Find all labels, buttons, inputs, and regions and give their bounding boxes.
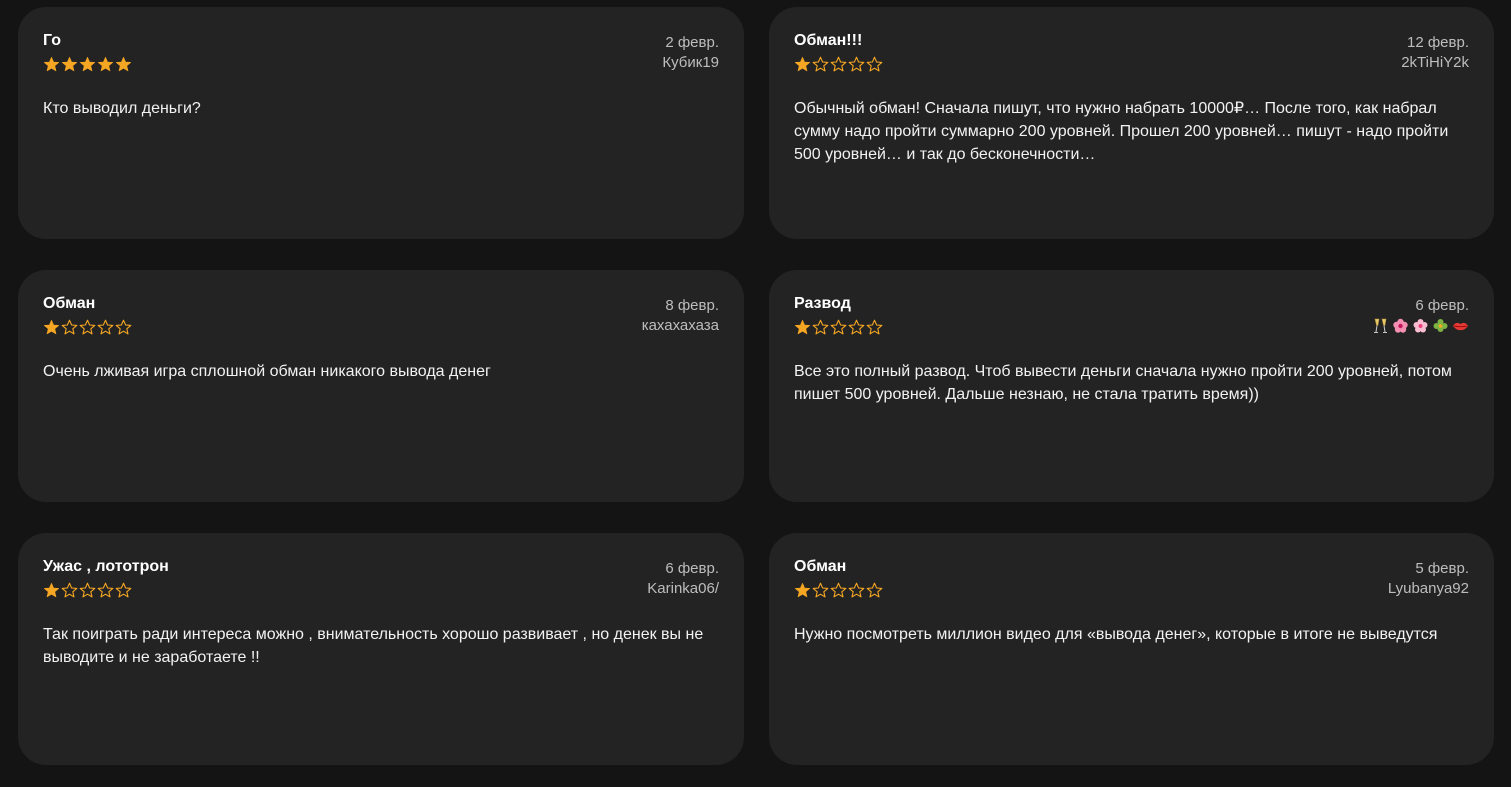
star-filled-icon	[97, 56, 114, 73]
review-title: Го	[43, 32, 62, 49]
star-filled-icon	[61, 56, 78, 73]
review-date: 2 февр.	[665, 34, 719, 51]
review-card[interactable]: Обман!!! 12 февр. 2kTiHiY2k Обычный обма…	[769, 7, 1494, 239]
star-empty-icon	[115, 582, 132, 599]
star-empty-icon	[61, 319, 78, 336]
star-empty-icon	[812, 582, 829, 599]
star-filled-icon	[794, 582, 811, 599]
flower-icon	[1392, 318, 1409, 334]
review-text: Все это полный развод. Чтоб вывести день…	[794, 363, 1452, 403]
reviews-grid: Го 2 февр. Кубик19 Кто выводил деньги? О…	[18, 7, 1494, 765]
review-author: Karinka06/	[647, 580, 719, 597]
review-author: кахахахаза	[641, 317, 719, 334]
review-author: Кубик19	[662, 54, 719, 71]
review-author: 2kTiHiY2k	[1401, 54, 1469, 71]
star-empty-icon	[812, 319, 829, 336]
star-empty-icon	[830, 319, 847, 336]
star-filled-icon	[79, 56, 96, 73]
star-empty-icon	[830, 56, 847, 73]
star-empty-icon	[848, 319, 865, 336]
rating-stars	[794, 581, 883, 599]
star-empty-icon	[97, 582, 114, 599]
review-title: Развод	[794, 295, 851, 312]
review-card[interactable]: Развод 6 февр. Все это полный развод. Чт…	[769, 270, 1494, 502]
star-filled-icon	[43, 319, 60, 336]
review-title: Обман	[43, 295, 96, 312]
review-author-emoji	[1372, 318, 1469, 334]
review-date: 6 февр.	[665, 560, 719, 577]
review-text: Кто выводил деньги?	[43, 100, 201, 117]
review-text: Нужно посмотреть миллион видео для «выво…	[794, 626, 1438, 643]
star-filled-icon	[794, 319, 811, 336]
flower-icon	[1412, 318, 1429, 334]
review-title: Обман	[794, 558, 847, 575]
star-empty-icon	[115, 319, 132, 336]
review-text: Обычный обман! Сначала пишут, что нужно …	[794, 100, 1449, 163]
star-empty-icon	[812, 56, 829, 73]
star-filled-icon	[43, 582, 60, 599]
star-empty-icon	[848, 56, 865, 73]
star-filled-icon	[115, 56, 132, 73]
review-date: 12 февр.	[1406, 34, 1469, 51]
star-empty-icon	[61, 582, 78, 599]
star-empty-icon	[866, 582, 883, 599]
clover-icon	[1432, 318, 1449, 334]
review-title: Обман!!!	[794, 32, 863, 49]
star-empty-icon	[79, 319, 96, 336]
rating-stars	[794, 318, 883, 336]
review-card[interactable]: Го 2 февр. Кубик19 Кто выводил деньги?	[18, 7, 744, 239]
star-empty-icon	[97, 319, 114, 336]
review-text: Так поиграть ради интереса можно , внима…	[43, 626, 704, 666]
rating-stars	[794, 55, 883, 73]
lips-icon	[1452, 318, 1469, 334]
star-empty-icon	[830, 582, 847, 599]
review-text: Очень лживая игра сплошной обман никаког…	[43, 363, 491, 380]
star-filled-icon	[43, 56, 60, 73]
star-empty-icon	[848, 582, 865, 599]
review-card[interactable]: Обман 8 февр. кахахахаза Очень лживая иг…	[18, 270, 744, 502]
champagne-glasses-icon	[1372, 318, 1389, 334]
review-title: Ужас , лототрон	[43, 558, 169, 575]
rating-stars	[43, 55, 132, 73]
star-filled-icon	[794, 56, 811, 73]
review-card[interactable]: Обман 5 февр. Lyubanya92 Нужно посмотрет…	[769, 533, 1494, 765]
star-empty-icon	[866, 56, 883, 73]
review-date: 8 февр.	[665, 297, 719, 314]
review-author: Lyubanya92	[1387, 580, 1469, 597]
star-empty-icon	[79, 582, 96, 599]
star-empty-icon	[866, 319, 883, 336]
rating-stars	[43, 318, 132, 336]
review-date: 5 февр.	[1415, 560, 1469, 577]
review-card[interactable]: Ужас , лототрон 6 февр. Karinka06/ Так п…	[18, 533, 744, 765]
review-date: 6 февр.	[1415, 297, 1469, 314]
rating-stars	[43, 581, 169, 599]
